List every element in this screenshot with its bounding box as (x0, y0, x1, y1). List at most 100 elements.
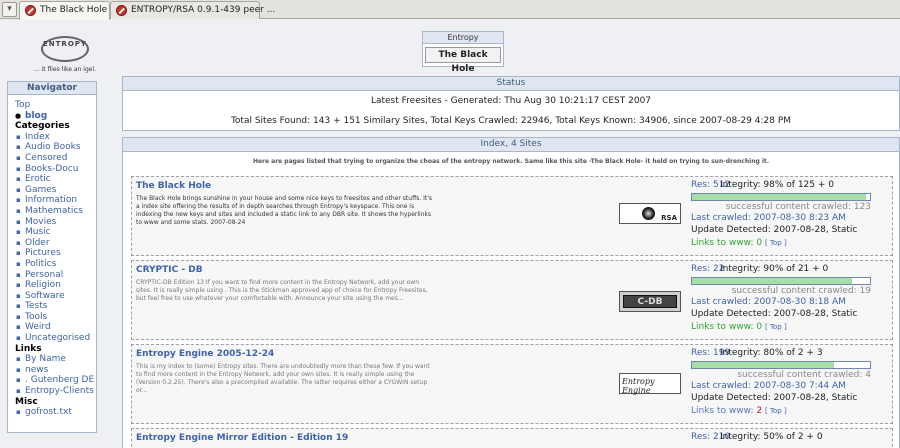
badge-label: RSA (661, 214, 677, 222)
tab-entropy-rsa[interactable]: ENTROPY/RSA 0.9.1-439 peer ... (110, 1, 275, 19)
nav-category[interactable]: Books-Docu (15, 164, 96, 175)
integrity-bar-fill (692, 362, 835, 368)
integrity-bar-fill (692, 278, 853, 284)
site-entry: CRYPTIC - DB CRYPTIC-DB Edition 13 If yo… (131, 260, 893, 340)
entry-last-crawled: Last crawled: 2007-08-30 8:18 AM (691, 297, 846, 307)
entry-integrity: Integrity: 98% of 125 + 0 (720, 180, 834, 190)
top-link[interactable]: [ Top ] (765, 323, 787, 331)
entry-update: Update Detected: 2007-08-28, Static (691, 393, 858, 403)
entry-badge[interactable]: Entropy Engine (619, 373, 681, 395)
nav-link[interactable]: . Gutenberg DE (15, 375, 96, 386)
integrity-bar (691, 193, 871, 201)
site-entry: Entropy Engine 2005-12-24 This is my ind… (131, 344, 893, 424)
nav-category[interactable]: Movies (15, 217, 96, 228)
nav-category[interactable]: Weird (15, 322, 96, 333)
entry-links-www: Links to www: 2 [ Top ] (691, 406, 787, 416)
integrity-bar-fill (692, 194, 867, 200)
tab-the-black-hole[interactable]: The Black Hole (19, 1, 110, 20)
index-title: Index, 4 Sites (123, 138, 899, 152)
nav-category[interactable]: Politics (15, 259, 96, 270)
nav-category[interactable]: Index (15, 132, 96, 143)
site-favicon-icon (25, 5, 36, 16)
entry-last-crawled: Last crawled: 2007-08-30 7:44 AM (691, 381, 846, 391)
entry-update: Update Detected: 2007-08-28, Static (691, 225, 858, 235)
tab-label: ENTROPY/RSA 0.9.1-439 peer ... (131, 5, 276, 15)
integrity-bar (691, 277, 871, 285)
entry-update: Update Detected: 2007-08-28, Static (691, 309, 858, 319)
logo-slogan: ... it flies like an igel. (33, 66, 97, 73)
nav-heading-links: Links (15, 343, 42, 354)
nav-category[interactable]: Audio Books (15, 142, 96, 153)
nav-link-blog[interactable]: blog (15, 111, 96, 122)
navigator-list: Top blog Categories Index Audio Books Ce… (8, 95, 96, 418)
top-link[interactable]: [ Top ] (765, 239, 787, 247)
entry-success: successful content crawled: 4 (737, 370, 871, 380)
links-label: Links to www: (691, 406, 757, 416)
brand-box: Entropy The Black Hole (422, 31, 504, 74)
brand-name-button[interactable]: The Black Hole (425, 47, 501, 74)
entropy-logo: ENTROPY ... it flies like an igel. (30, 34, 100, 76)
entry-success: successful content crawled: 123 (725, 202, 871, 212)
site-favicon-icon (116, 5, 127, 16)
nav-category[interactable]: Information (15, 195, 96, 206)
nav-link[interactable]: Entropy-Clients (15, 386, 96, 397)
black-hole-icon (642, 207, 655, 220)
entry-links-www: Links to www: 0 [ Top ] (691, 238, 787, 248)
nav-category[interactable]: Uncategorised (15, 333, 96, 344)
tab-label: The Black Hole (40, 5, 108, 15)
nav-link-top[interactable]: Top (15, 100, 96, 111)
status-panel: Status Latest Freesites - Generated: Thu… (122, 76, 900, 131)
nav-category[interactable]: Mathematics (15, 206, 96, 217)
links-count: 2 (756, 406, 763, 416)
entry-title-link[interactable]: CRYPTIC - DB (136, 265, 203, 275)
badge-label: C-DB (623, 295, 677, 308)
status-totals: Total Sites Found: 143 + 151 Similary Si… (230, 116, 792, 126)
nav-category[interactable]: Games (15, 185, 96, 196)
status-title: Status (123, 77, 899, 91)
logo-text: ENTROPY (43, 40, 87, 48)
nav-link[interactable]: news (15, 365, 96, 376)
nav-category[interactable]: Tests (15, 301, 96, 312)
entry-integrity: Integrity: 90% of 21 + 0 (720, 264, 829, 274)
entry-integrity: Integrity: 50% of 2 + 0 (720, 432, 823, 442)
nav-category[interactable]: Software (15, 291, 96, 302)
site-entry: Entropy Engine Mirror Edition - Edition … (131, 428, 893, 448)
navigator-panel: Navigator Top blog Categories Index Audi… (7, 81, 97, 433)
links-label: Links to www: (691, 238, 757, 248)
nav-category[interactable]: Pictures (15, 248, 96, 259)
nav-category[interactable]: Religion (15, 280, 96, 291)
integrity-bar (691, 361, 871, 369)
entry-description: This is my index to (some) Entropy sites… (136, 363, 430, 394)
nav-link[interactable]: gofrost.txt (15, 407, 96, 418)
links-count: 0 (756, 322, 763, 332)
nav-heading-categories: Categories (15, 121, 70, 132)
entry-badge[interactable]: RSA (619, 203, 681, 224)
nav-link[interactable]: By Name (15, 354, 96, 365)
entry-integrity: Integrity: 80% of 2 + 3 (720, 348, 823, 358)
entry-badge[interactable]: C-DB (619, 291, 681, 312)
index-intro: Here are pages listed that trying to org… (252, 158, 770, 165)
nav-category[interactable]: Tools (15, 312, 96, 323)
nav-category[interactable]: Erotic (15, 174, 96, 185)
links-label: Links to www: (691, 322, 757, 332)
navigator-title: Navigator (8, 82, 96, 95)
links-count: 0 (756, 238, 763, 248)
tab-list-button[interactable]: ▾ (2, 2, 17, 17)
site-entry: The Black Hole The Black Hole brings sun… (131, 176, 893, 256)
entry-success: successful content crawled: 19 (731, 286, 871, 296)
entry-description: CRYPTIC-DB Edition 13 If you want to fin… (136, 279, 428, 302)
nav-heading-misc: Misc (15, 396, 38, 407)
nav-category[interactable]: Personal (15, 270, 96, 281)
entry-last-crawled: Last crawled: 2007-08-30 8:23 AM (691, 213, 846, 223)
top-link[interactable]: [ Top ] (765, 407, 787, 415)
nav-category[interactable]: Music (15, 227, 96, 238)
entry-title-link[interactable]: Entropy Engine Mirror Edition - Edition … (136, 433, 348, 443)
entry-title-link[interactable]: Entropy Engine 2005-12-24 (136, 349, 274, 359)
status-latest: Latest Freesites - Generated: Thu Aug 30… (370, 96, 652, 106)
brand-header: Entropy (423, 32, 503, 44)
nav-category[interactable]: Censored (15, 153, 96, 164)
nav-category[interactable]: Older (15, 238, 96, 249)
index-panel: Index, 4 Sites Here are pages listed tha… (122, 137, 900, 448)
entry-title-link[interactable]: The Black Hole (136, 181, 211, 191)
entry-description: The Black Hole brings sunshine in your h… (136, 195, 433, 226)
